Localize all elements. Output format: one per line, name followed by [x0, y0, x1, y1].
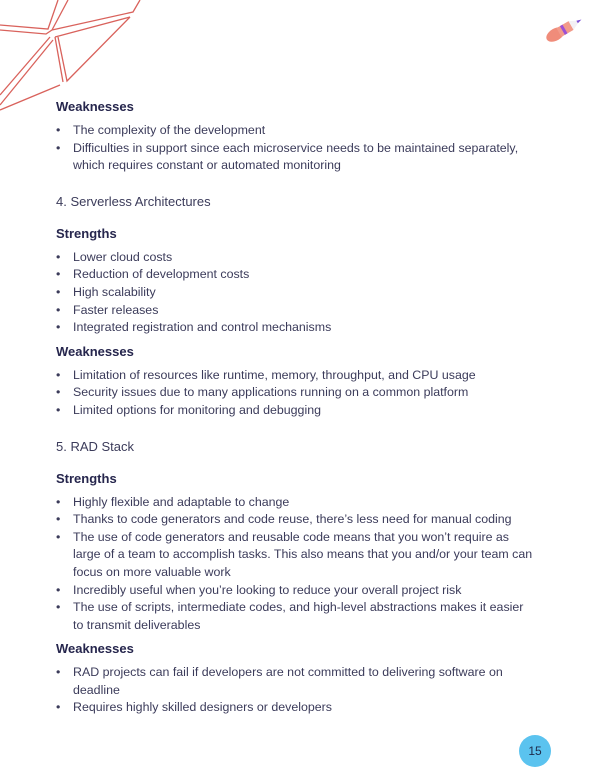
list-item: • The complexity of the development: [56, 122, 536, 140]
bullet-icon: •: [56, 494, 61, 509]
list-item: • Thanks to code generators and code reus…: [56, 511, 536, 529]
bullet-icon: •: [56, 367, 61, 382]
list-item: • Difficulties in support since each micr…: [56, 140, 519, 173]
list-item: • The use of scripts, intermediate codes,…: [56, 600, 524, 632]
bullet-icon: •: [56, 284, 61, 299]
strengths-heading: Strengths: [56, 470, 117, 486]
strengths-heading: Strengths: [56, 225, 117, 241]
strengths-list: • Lower cloud costs • Reduction of develop…: [56, 249, 536, 337]
bullet-icon: •: [56, 529, 61, 544]
list-item: • High scalability: [56, 284, 536, 302]
bullet-icon: •: [56, 249, 61, 264]
bullet-icon: •: [56, 700, 61, 715]
weaknesses-heading: Weaknesses: [56, 99, 134, 114]
weaknesses-list: • RAD projects can fail if developers are…: [56, 664, 536, 717]
page-number-badge: 15: [519, 735, 551, 767]
geometric-lines-decoration: [0, 0, 141, 111]
bullet-icon: •: [56, 320, 61, 335]
section-microservices-continued: Weaknesses • The complexity of the develo…: [56, 98, 536, 175]
document-body: Weaknesses • The complexity of the develo…: [56, 98, 536, 723]
list-item: • Integrated registration and control mec…: [56, 319, 536, 337]
pencil-icon: [546, 19, 582, 42]
weaknesses-heading: Weaknesses: [56, 343, 134, 359]
list-item: • Faster releases: [56, 302, 536, 320]
list-item: • Requires highly skilled designers or de…: [56, 699, 536, 717]
section-serverless: 4. Serverless Architectures Strengths • L…: [56, 193, 536, 420]
bullet-icon: •: [56, 665, 61, 680]
bullet-icon: •: [56, 302, 61, 317]
list-item: • The use of code generators and reusable…: [56, 529, 533, 579]
list-item: • Reduction of development costs: [56, 266, 536, 284]
bullet-icon: •: [56, 140, 61, 155]
list-item: • Limited options for monitoring and debu…: [56, 402, 536, 420]
weaknesses-list: • Limitation of resources like runtime, m…: [56, 367, 536, 420]
list-item: • Limitation of resources like runtime, m…: [56, 367, 536, 385]
bullet-icon: •: [56, 512, 61, 527]
weaknesses-heading: Weaknesses: [56, 641, 134, 657]
section-title: 4. Serverless Architectures: [56, 193, 211, 209]
list-item: • Incredibly useful when you’re looking t…: [56, 582, 536, 600]
strengths-list: • Highly flexible and adaptable to change…: [56, 494, 536, 635]
list-item: • Highly flexible and adaptable to change: [56, 494, 536, 512]
bullet-icon: •: [56, 582, 61, 597]
bullet-icon: •: [56, 123, 61, 137]
list-item: • RAD projects can fail if developers are…: [56, 665, 503, 697]
weaknesses-list: • The complexity of the development • Diff…: [56, 122, 536, 175]
section-title: 5. RAD Stack: [56, 438, 135, 454]
bullet-icon: •: [56, 600, 61, 615]
list-item: • Security issues due to many application…: [56, 384, 536, 402]
list-item: • Lower cloud costs: [56, 249, 536, 267]
section-rad-stack: 5. RAD Stack Strengths • Highly flexible …: [56, 438, 536, 718]
bullet-icon: •: [56, 385, 61, 400]
bullet-icon: •: [56, 402, 61, 417]
bullet-icon: •: [56, 267, 61, 282]
